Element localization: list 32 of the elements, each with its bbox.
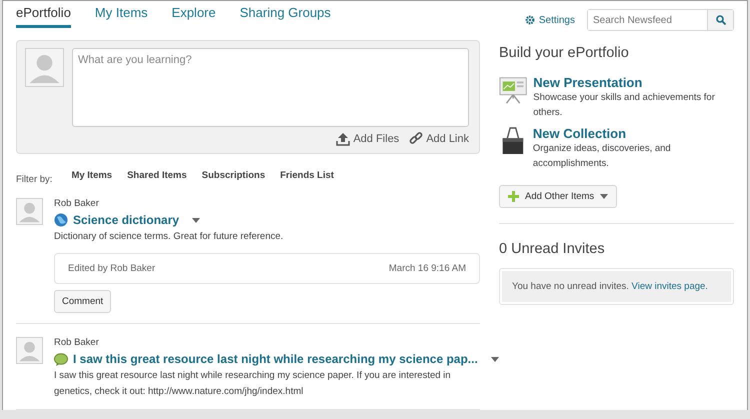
invites-message: You have no unread invites. View invites page.	[502, 271, 731, 302]
author-name: Rob Baker	[54, 198, 100, 209]
item-description: Showcase your skills and achievements for others.	[533, 91, 716, 120]
view-invites-link[interactable]: View invites page.	[632, 281, 708, 292]
add-action-link[interactable]: Add Files	[336, 132, 400, 146]
nav-tab[interactable]: Explore	[172, 5, 216, 28]
author-name: Rob Baker	[54, 337, 100, 348]
add-action-link[interactable]: Add Link	[409, 132, 469, 146]
add-other-items-button[interactable]: Add Other Items	[499, 185, 618, 208]
filter-option[interactable]: Shared Items	[127, 170, 187, 181]
filter-label: Filter by:	[16, 174, 52, 185]
create-item-link[interactable]: New Collection	[532, 126, 734, 141]
search-field[interactable]: Search Newsfeed	[587, 9, 734, 31]
filter-option[interactable]: Friends List	[280, 170, 334, 181]
nav-tab[interactable]: ePortfolio	[16, 5, 71, 28]
nav-tab[interactable]: My Items	[94, 5, 148, 28]
create-item-link[interactable]: New Presentation	[533, 75, 734, 90]
post-text: Dictionary of science terms. Great for future reference.	[54, 230, 284, 244]
filter-option[interactable]: My Items	[71, 170, 112, 181]
section-heading: Build your ePortfolio	[499, 45, 630, 61]
settings-link[interactable]: Settings	[524, 14, 575, 26]
edited-by-text: Edited by Rob Baker	[68, 263, 156, 274]
timestamp: March 16 9:16 AM	[388, 263, 466, 274]
post-title-link[interactable]: I saw this great resource last night while researching my science pap...	[73, 352, 478, 366]
comment-button[interactable]: Comment	[54, 290, 112, 313]
post-text: I saw this great resource last night while researching my science paper. If you are interested in genetics, check it out: http://www.nature.com/jhg/index.html	[54, 369, 452, 399]
section-heading: 0 Unread Invites	[499, 241, 606, 257]
filter-option[interactable]: Subscriptions	[202, 170, 266, 181]
nav-tab[interactable]: Sharing Groups	[240, 5, 331, 28]
post-title-link[interactable]: Science dictionary	[73, 213, 180, 227]
post-input[interactable]: What are you learning?	[72, 48, 469, 127]
item-description: Organize ideas, discoveries, and accomplishments.	[532, 142, 672, 171]
